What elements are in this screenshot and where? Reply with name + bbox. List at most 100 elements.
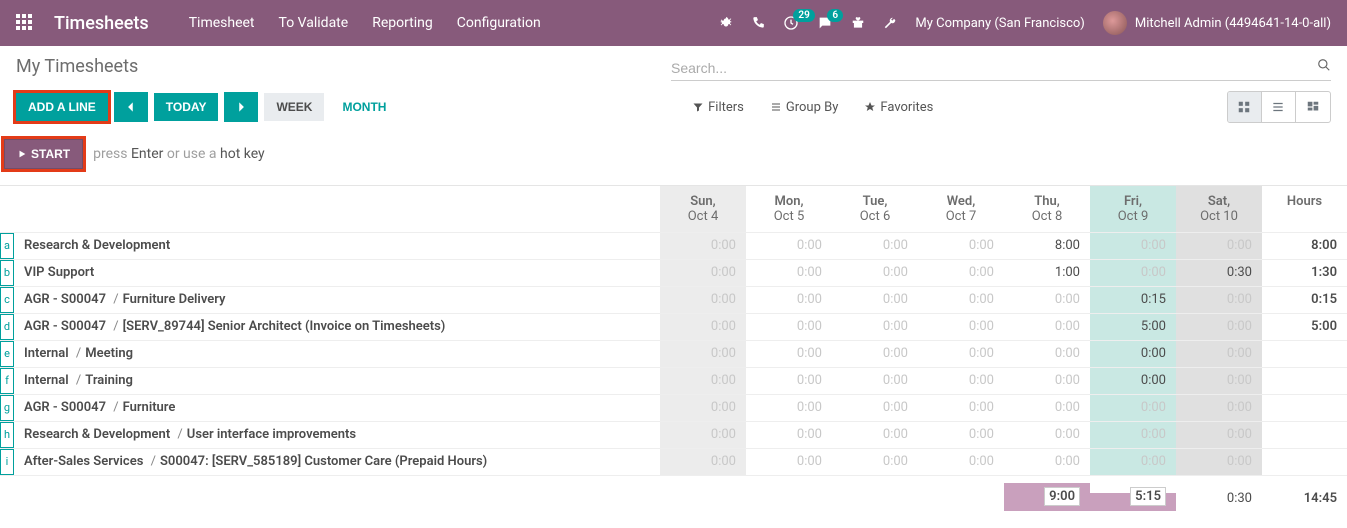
cell[interactable]: 0:00 — [660, 341, 746, 367]
cell[interactable]: 0:00 — [660, 287, 746, 313]
cell[interactable]: 0:00 — [1176, 233, 1262, 259]
hotkey[interactable]: e — [0, 341, 14, 367]
nav-reporting[interactable]: Reporting — [372, 15, 433, 31]
row-label[interactable]: Internal /Meeting — [14, 341, 660, 367]
cell[interactable]: 0:00 — [918, 314, 1004, 340]
cell[interactable]: 0:00 — [746, 395, 832, 421]
cell[interactable]: 0:00 — [918, 260, 1004, 286]
clock-icon[interactable]: 29 — [783, 15, 799, 31]
cell[interactable]: 0:00 — [832, 233, 918, 259]
favorites-dropdown[interactable]: Favorites — [864, 100, 933, 115]
cell[interactable]: 0:00 — [832, 341, 918, 367]
cell[interactable]: 0:00 — [918, 287, 1004, 313]
hotkey[interactable]: h — [0, 422, 14, 448]
cell[interactable]: 0:00 — [660, 395, 746, 421]
hotkey[interactable]: c — [0, 287, 14, 313]
cell[interactable]: 1:00 — [1004, 260, 1090, 286]
grid-view-icon[interactable] — [1228, 92, 1262, 122]
hotkey[interactable]: i — [0, 449, 14, 475]
cell[interactable]: 0:00 — [918, 395, 1004, 421]
cell[interactable]: 0:00 — [746, 314, 832, 340]
hotkey[interactable]: f — [0, 368, 14, 394]
cell[interactable]: 0:30 — [1176, 260, 1262, 286]
month-toggle[interactable]: MONTH — [330, 93, 398, 121]
cell[interactable]: 0:00 — [1090, 233, 1176, 259]
cell[interactable]: 0:00 — [660, 314, 746, 340]
cell[interactable]: 0:00 — [1176, 449, 1262, 475]
row-label[interactable]: Research & Development — [14, 233, 660, 259]
week-toggle[interactable]: WEEK — [264, 93, 324, 121]
cell[interactable]: 0:00 — [660, 233, 746, 259]
row-label[interactable]: VIP Support — [14, 260, 660, 286]
hotkey[interactable]: d — [0, 314, 14, 340]
cell[interactable]: 0:00 — [746, 233, 832, 259]
cell[interactable]: 0:00 — [1004, 449, 1090, 475]
cell[interactable]: 0:00 — [1004, 287, 1090, 313]
cell[interactable]: 0:00 — [660, 449, 746, 475]
cell[interactable]: 0:00 — [918, 368, 1004, 394]
nav-timesheet[interactable]: Timesheet — [189, 15, 255, 31]
cell[interactable]: 0:15 — [1090, 287, 1176, 313]
cell[interactable]: 0:00 — [1004, 368, 1090, 394]
cell[interactable]: 0:00 — [832, 422, 918, 448]
cell[interactable]: 0:00 — [832, 314, 918, 340]
list-view-icon[interactable] — [1262, 92, 1296, 122]
cell[interactable]: 0:00 — [1090, 260, 1176, 286]
apps-icon[interactable] — [16, 14, 34, 32]
row-label[interactable]: AGR - S00047 /Furniture Delivery — [14, 287, 660, 313]
cell[interactable]: 0:00 — [1176, 368, 1262, 394]
cell[interactable]: 0:00 — [1176, 422, 1262, 448]
cell[interactable]: 0:00 — [1090, 449, 1176, 475]
filters-dropdown[interactable]: Filters — [692, 100, 744, 115]
cell[interactable]: 0:00 — [918, 449, 1004, 475]
cell[interactable]: 0:00 — [746, 368, 832, 394]
cell[interactable]: 0:00 — [832, 260, 918, 286]
wrench-icon[interactable] — [883, 16, 897, 30]
cell[interactable]: 0:00 — [1176, 287, 1262, 313]
hotkey[interactable]: g — [0, 395, 14, 421]
cell[interactable]: 8:00 — [1004, 233, 1090, 259]
cell[interactable]: 0:00 — [1090, 368, 1176, 394]
hotkey[interactable]: a — [0, 233, 14, 259]
today-button[interactable]: TODAY — [154, 93, 219, 121]
cell[interactable]: 0:00 — [1004, 341, 1090, 367]
cell[interactable]: 0:00 — [1004, 395, 1090, 421]
search-input[interactable] — [671, 56, 1331, 80]
prev-button[interactable] — [114, 92, 148, 122]
chat-icon[interactable]: 6 — [817, 15, 833, 31]
cell[interactable]: 0:00 — [1090, 395, 1176, 421]
search-icon[interactable] — [1317, 58, 1331, 72]
cell[interactable]: 5:00 — [1090, 314, 1176, 340]
cell[interactable]: 0:00 — [1090, 341, 1176, 367]
search-bar[interactable] — [671, 56, 1331, 81]
cell[interactable]: 0:00 — [746, 287, 832, 313]
cell[interactable]: 0:00 — [918, 341, 1004, 367]
row-label[interactable]: Research & Development /User interface i… — [14, 422, 660, 448]
cell[interactable]: 0:00 — [1004, 422, 1090, 448]
row-label[interactable]: AGR - S00047 /Furniture — [14, 395, 660, 421]
user-menu[interactable]: Mitchell Admin (4494641-14-0-all) — [1103, 11, 1331, 35]
cell[interactable]: 0:00 — [746, 449, 832, 475]
cell[interactable]: 0:00 — [832, 395, 918, 421]
start-button[interactable]: START — [4, 139, 83, 169]
cell[interactable]: 0:00 — [918, 422, 1004, 448]
row-label[interactable]: AGR - S00047 /[SERV_89744] Senior Archit… — [14, 314, 660, 340]
company-switcher[interactable]: My Company (San Francisco) — [915, 16, 1084, 31]
nav-to-validate[interactable]: To Validate — [279, 15, 349, 31]
cell[interactable]: 0:00 — [660, 368, 746, 394]
nav-configuration[interactable]: Configuration — [457, 15, 541, 31]
cell[interactable]: 0:00 — [1004, 314, 1090, 340]
next-button[interactable] — [224, 92, 258, 122]
phone-icon[interactable] — [751, 16, 765, 30]
cell[interactable]: 0:00 — [918, 233, 1004, 259]
kanban-view-icon[interactable] — [1296, 92, 1330, 122]
brand[interactable]: Timesheets — [54, 13, 149, 34]
groupby-dropdown[interactable]: Group By — [770, 100, 839, 115]
cell[interactable]: 0:00 — [832, 287, 918, 313]
cell[interactable]: 0:00 — [746, 341, 832, 367]
cell[interactable]: 0:00 — [660, 260, 746, 286]
hotkey[interactable]: b — [0, 260, 14, 286]
gift-icon[interactable] — [851, 16, 865, 30]
cell[interactable]: 0:00 — [746, 260, 832, 286]
add-line-button[interactable]: ADD A LINE — [16, 93, 108, 121]
